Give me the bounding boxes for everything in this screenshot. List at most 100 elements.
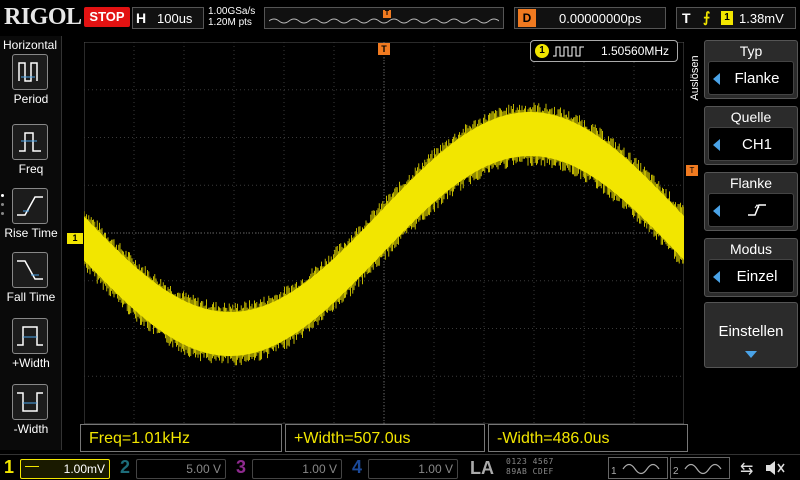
trigger-source-value-box: CH1 (708, 127, 794, 161)
channel-4-scale: 1.00 V (418, 462, 453, 476)
channel-4-number: 4 (352, 457, 363, 477)
rising-edge-icon (748, 204, 766, 216)
knob-left-arrow-icon (713, 139, 720, 151)
measure-category-title: Horizontal (3, 38, 58, 52)
waveform-display[interactable] (84, 42, 684, 424)
channel-2-scale: 5.00 V (186, 462, 221, 476)
generator-1-status[interactable]: 1 (608, 457, 668, 479)
channel-4-scale-box: 1.00 V (368, 459, 458, 479)
knob-left-arrow-icon (713, 271, 720, 283)
measurement-pos-width[interactable]: +Width=507.0us (285, 424, 485, 452)
trigger-mode-value: Einzel (736, 268, 778, 285)
trigger-level-value: 1.38mV (739, 11, 784, 26)
sine-wave-icon (622, 463, 660, 475)
submenu-down-arrow-icon (745, 351, 757, 358)
trigger-type-value: Flanke (734, 70, 780, 87)
trigger-box[interactable]: T ⨍ 1 1.38mV (676, 7, 796, 29)
trigger-source-badge: 1 (721, 11, 733, 25)
trigger-settings-softkey[interactable]: Einstellen (704, 302, 798, 368)
la-label: LA (470, 458, 494, 478)
speaker-mute-icon[interactable] (764, 459, 786, 477)
sampling-info: 1.00GSa/s 1.20M pts (208, 6, 255, 28)
delay-box[interactable]: D 0.00000000ps (514, 7, 666, 29)
knob-left-arrow-icon (713, 205, 720, 217)
freq-counter-value: 1.50560MHz (601, 44, 670, 58)
trigger-key: T (682, 10, 691, 26)
rise-time-icon (12, 188, 48, 224)
timebase-value: 100us (157, 11, 193, 26)
brand-logo: RIGOL (4, 4, 82, 30)
generator-2-status[interactable]: 2 (670, 457, 730, 479)
trigger-menu-title-text: Auslösen (689, 55, 701, 101)
fall-time-icon (12, 252, 48, 288)
measure-neg-width-label: -Width (13, 422, 49, 436)
frequency-counter: 1 1.50560MHz (530, 40, 678, 62)
measure-period-label: Period (13, 92, 49, 106)
trigger-mode-softkey[interactable]: Modus Einzel (704, 238, 798, 297)
pulse-train-icon (553, 46, 584, 57)
trigger-time-marker[interactable]: T (378, 43, 390, 55)
sample-rate: 1.00GSa/s (208, 6, 256, 17)
run-stop-status[interactable]: STOP (84, 7, 130, 27)
frequency-icon (12, 124, 48, 160)
generator-2-number: 2 (673, 466, 679, 477)
period-icon (12, 54, 48, 90)
trigger-slope-head: Flanke (729, 175, 773, 191)
measurement-neg-width-text: -Width=486.0us (497, 430, 610, 447)
measure-menu: Horizontal Period Freq Rise Time Fall Ti… (0, 36, 62, 450)
trigger-edge-icon: ⨍ (703, 9, 711, 25)
trigger-menu-title: Auslösen (686, 50, 702, 110)
trigger-level-marker[interactable]: T (686, 165, 698, 176)
trigger-position-marker: T (383, 10, 391, 18)
channel-2-number: 2 (120, 457, 131, 477)
ch1-offset-marker[interactable]: 1 (67, 233, 83, 244)
measurement-freq-text: Freq=1.01kHz (89, 430, 190, 447)
memory-overview-strip[interactable]: T (264, 7, 504, 29)
measure-freq-label: Freq (18, 162, 44, 176)
trigger-type-head: Typ (739, 43, 763, 59)
memory-waveform-preview (269, 18, 499, 24)
timebase-box[interactable]: H 100us (132, 7, 204, 29)
trigger-source-head: Quelle (730, 109, 772, 125)
logic-analyzer-status[interactable]: LA 0123 4567 89AB CDEF (466, 457, 606, 479)
coupling-icon (25, 466, 39, 467)
channel-1-scale: 1.00mV (63, 462, 105, 476)
measure-pos-width-button[interactable]: +Width (0, 318, 62, 380)
trigger-slope-softkey[interactable]: Flanke (704, 172, 798, 231)
negative-width-icon (12, 384, 48, 420)
positive-width-icon (12, 318, 48, 354)
measure-rise-time-label: Rise Time (4, 226, 58, 240)
horizontal-key: H (136, 10, 147, 26)
trigger-mode-head: Modus (729, 241, 773, 257)
top-status-bar: RIGOL STOP H 100us 1.00GSa/s 1.20M pts T… (0, 0, 800, 36)
delay-value: 0.00000000ps (559, 11, 642, 26)
measurement-neg-width[interactable]: -Width=486.0us (488, 424, 688, 452)
channel-1-number: 1 (4, 457, 15, 477)
sine-wave-icon (684, 463, 722, 475)
la-channel-bits: 0123 4567 89AB CDEF (506, 457, 554, 477)
trigger-source-softkey[interactable]: Quelle CH1 (704, 106, 798, 165)
measure-neg-width-button[interactable]: -Width (0, 384, 62, 446)
channel-3-scale: 1.00 V (302, 462, 337, 476)
measure-period-button[interactable]: Period (0, 54, 62, 116)
trigger-source-value: CH1 (741, 136, 772, 153)
trigger-type-value-box: Flanke (708, 61, 794, 95)
la-bits-row: 89AB CDEF (506, 467, 554, 476)
channel-3-number: 3 (236, 457, 247, 477)
memory-depth: 1.20M pts (208, 17, 252, 28)
la-bits-row: 0123 4567 (506, 457, 554, 466)
channel-2-scale-box: 5.00 V (136, 459, 226, 479)
measure-fall-time-button[interactable]: Fall Time (0, 252, 62, 314)
trigger-type-softkey[interactable]: Typ Flanke (704, 40, 798, 99)
usb-icon: ⇆ (740, 461, 754, 478)
knob-left-arrow-icon (713, 73, 720, 85)
measure-rise-time-button[interactable]: Rise Time (0, 188, 62, 250)
measurement-freq[interactable]: Freq=1.01kHz (80, 424, 282, 452)
channel-3-scale-box: 1.00 V (252, 459, 342, 479)
trigger-slope-value-box (708, 193, 794, 227)
freq-counter-channel: 1 (535, 44, 549, 58)
measure-pos-width-label: +Width (12, 356, 50, 370)
measure-freq-button[interactable]: Freq (0, 124, 62, 186)
generator-1-number: 1 (611, 466, 617, 477)
measurement-pos-width-text: +Width=507.0us (294, 430, 411, 447)
